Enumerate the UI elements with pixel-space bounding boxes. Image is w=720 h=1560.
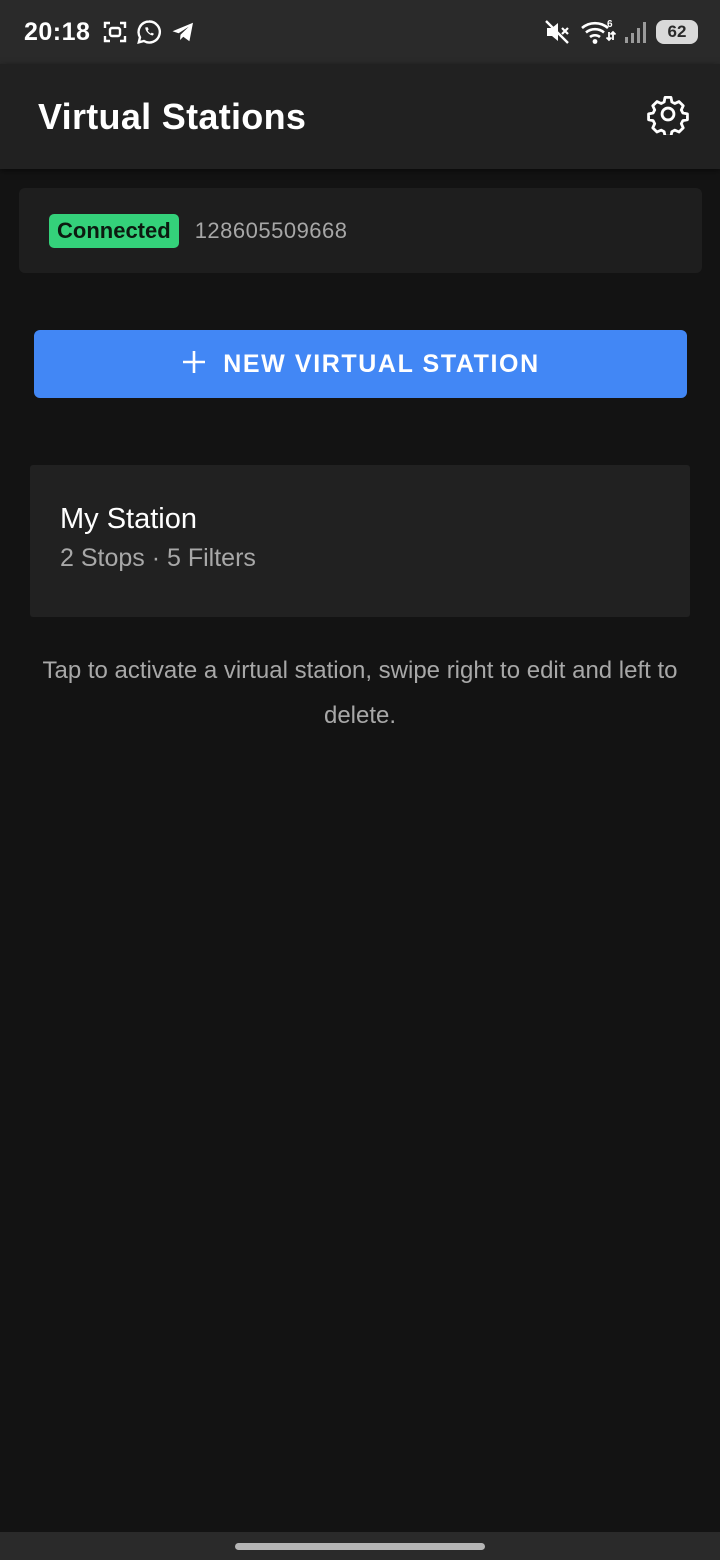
notification-icons	[102, 19, 196, 45]
status-time: 20:18	[24, 17, 91, 46]
wifi-icon: 6	[580, 18, 616, 46]
gear-icon	[647, 93, 689, 140]
battery-indicator: 62	[656, 20, 698, 44]
usage-hint: Tap to activate a virtual station, swipe…	[42, 657, 678, 729]
connection-id: 128605509668	[194, 217, 348, 243]
screen: 20:18 6 62 Virtual Stations Connected 12…	[0, 0, 720, 1560]
status-bar: 20:18 6 62	[0, 0, 720, 64]
station-name: My Station	[60, 503, 197, 535]
station-card[interactable]: My Station 2 Stops · 5 Filters	[30, 465, 690, 617]
status-left: 20:18	[24, 18, 196, 47]
home-indicator[interactable]	[235, 1542, 485, 1550]
new-virtual-station-button[interactable]: NEW VIRTUAL STATION	[34, 330, 687, 398]
app-bar: Virtual Stations	[0, 64, 720, 169]
plus-icon	[181, 349, 207, 380]
wifi-badge: 6	[607, 19, 613, 30]
settings-button[interactable]	[646, 95, 690, 139]
status-right: 6 62	[544, 18, 698, 46]
whatsapp-icon	[136, 19, 162, 45]
navigation-bar	[0, 1532, 720, 1560]
mute-icon	[544, 19, 572, 45]
new-virtual-station-label: NEW VIRTUAL STATION	[223, 349, 540, 378]
signal-icon	[624, 20, 648, 44]
telegram-icon	[170, 19, 196, 45]
status-badge: Connected	[49, 213, 179, 248]
page-title: Virtual Stations	[38, 95, 307, 137]
station-meta: 2 Stops · 5 Filters	[60, 544, 256, 572]
screenshot-icon	[102, 19, 128, 45]
connection-card: Connected 128605509668	[19, 188, 702, 273]
